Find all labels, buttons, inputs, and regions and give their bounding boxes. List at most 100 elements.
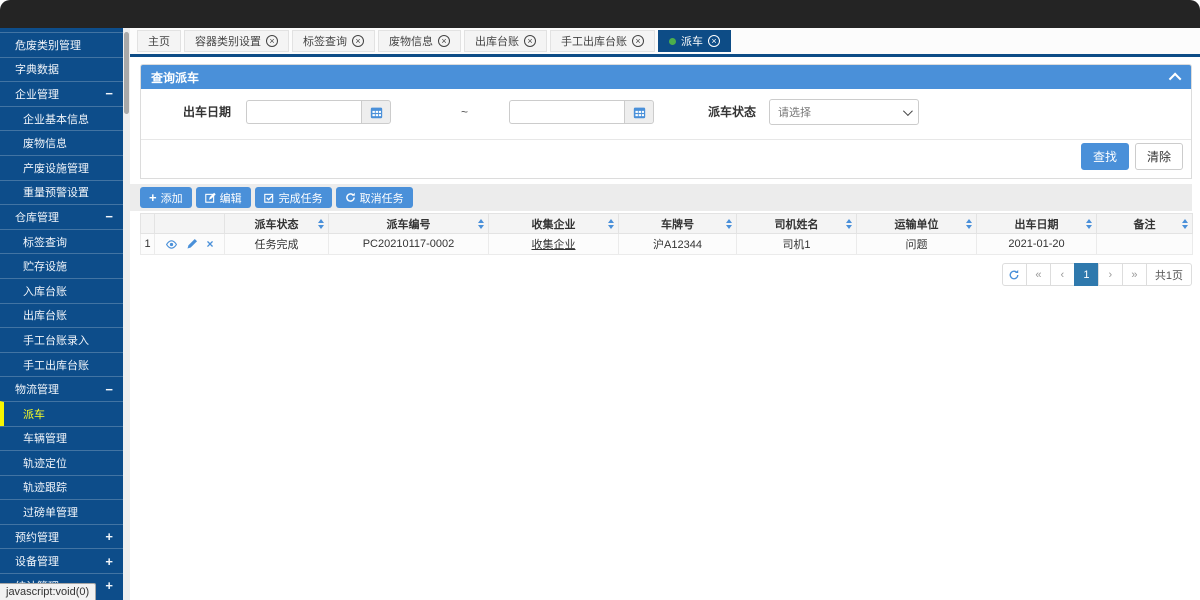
sort-icon[interactable]: [1086, 219, 1092, 229]
sidebar-item-facility-mgmt[interactable]: 产废设施管理: [0, 155, 123, 180]
sort-icon[interactable]: [846, 219, 852, 229]
tab-home[interactable]: 主页: [137, 30, 181, 52]
complete-task-button[interactable]: 完成任务: [255, 187, 332, 208]
sidebar-item-track-trace[interactable]: 轨迹跟踪: [0, 475, 123, 500]
sidebar-item-label: 入库台账: [23, 283, 67, 299]
sort-icon[interactable]: [726, 219, 732, 229]
cancel-task-icon: [345, 192, 356, 203]
cancel-task-button[interactable]: 取消任务: [336, 187, 413, 208]
collapse-toggle-icon[interactable]: −: [105, 87, 113, 100]
sidebar-item-track-position[interactable]: 轨迹定位: [0, 450, 123, 475]
col-label: 出车日期: [1015, 219, 1059, 231]
sidebar-item-vehicle-mgmt[interactable]: 车辆管理: [0, 426, 123, 451]
delete-row-icon[interactable]: ×: [206, 238, 213, 250]
cell-actions: ×: [155, 234, 225, 255]
collapse-toggle-icon[interactable]: −: [105, 210, 113, 223]
page-number-button[interactable]: 1: [1074, 263, 1099, 286]
search-button[interactable]: 查找: [1081, 143, 1129, 170]
close-tab-icon[interactable]: ×: [708, 35, 720, 47]
calendar-icon[interactable]: [361, 100, 391, 124]
sidebar-scrollbar[interactable]: [123, 28, 130, 600]
sidebar-item-logistics-mgmt[interactable]: 物流管理−: [0, 376, 123, 401]
sort-icon[interactable]: [318, 219, 324, 229]
sidebar-item-dictionary[interactable]: 字典数据: [0, 57, 123, 82]
col-dispatch-status[interactable]: 派车状态: [225, 214, 329, 234]
tab-outbound-ledger[interactable]: 出库台账×: [464, 30, 547, 52]
sidebar-item-device-mgmt[interactable]: 设备管理+: [0, 548, 123, 573]
sidebar-item-label: 企业基本信息: [23, 111, 89, 127]
tab-label: 标签查询: [303, 33, 347, 49]
sidebar-item-weight-warning[interactable]: 重量预警设置: [0, 180, 123, 205]
close-tab-icon[interactable]: ×: [266, 35, 278, 47]
page-first-button[interactable]: «: [1026, 263, 1051, 286]
sidebar-item-storage-facility[interactable]: 贮存设施: [0, 253, 123, 278]
page-prev-button[interactable]: ‹: [1050, 263, 1075, 286]
edit-row-icon[interactable]: [186, 238, 198, 250]
sidebar-item-dispatch[interactable]: 派车: [0, 401, 123, 426]
sidebar-item-label: 企业管理: [15, 86, 59, 102]
sort-icon[interactable]: [966, 219, 972, 229]
col-depart-date[interactable]: 出车日期: [977, 214, 1097, 234]
tab-waste-info[interactable]: 废物信息×: [378, 30, 461, 52]
close-tab-icon[interactable]: ×: [352, 35, 364, 47]
edit-button-label: 编辑: [220, 190, 242, 206]
tab-manual-outbound-ledger[interactable]: 手工出库台账×: [550, 30, 655, 52]
sidebar-item-appointment-mgmt[interactable]: 预约管理 +: [0, 524, 123, 549]
sidebar-item-waste-info[interactable]: 废物信息: [0, 130, 123, 155]
date-from-input[interactable]: [246, 100, 361, 124]
add-button[interactable]: + 添加: [140, 187, 192, 208]
close-tab-icon[interactable]: ×: [438, 35, 450, 47]
sort-icon[interactable]: [478, 219, 484, 229]
status-select[interactable]: 请选择: [769, 99, 919, 125]
col-transport-unit[interactable]: 运输单位: [857, 214, 977, 234]
date-to-input[interactable]: [509, 100, 624, 124]
sidebar-item-enterprise-mgmt[interactable]: 企业管理 −: [0, 81, 123, 106]
sort-icon[interactable]: [1182, 219, 1188, 229]
table-row[interactable]: 1 × 任务完成 PC20210117-0002: [141, 234, 1193, 255]
sidebar-item-label: 仓库管理: [15, 209, 59, 225]
cell-collect-company[interactable]: 收集企业: [489, 234, 619, 255]
sidebar-item-outbound-ledger[interactable]: 出库台账: [0, 303, 123, 328]
sidebar-item-warehouse-mgmt[interactable]: 仓库管理 −: [0, 204, 123, 229]
view-icon[interactable]: [165, 238, 178, 251]
page-next-button[interactable]: ›: [1098, 263, 1123, 286]
tab-dispatch[interactable]: 派车×: [658, 30, 731, 52]
active-tab-dot: [669, 38, 676, 45]
sidebar-item-manual-ledger-entry[interactable]: 手工台账录入: [0, 327, 123, 352]
col-driver-name[interactable]: 司机姓名: [737, 214, 857, 234]
query-panel-header[interactable]: 查询派车: [141, 65, 1191, 89]
edit-button[interactable]: 编辑: [196, 187, 251, 208]
sidebar-item-weighbridge-mgmt[interactable]: 过磅单管理: [0, 499, 123, 524]
collapse-chevron-icon[interactable]: [1169, 72, 1182, 85]
tab-container-category[interactable]: 容器类别设置×: [184, 30, 289, 52]
close-tab-icon[interactable]: ×: [524, 35, 536, 47]
sort-icon[interactable]: [608, 219, 614, 229]
clear-button[interactable]: 清除: [1135, 143, 1183, 170]
sidebar-scrollbar-thumb[interactable]: [124, 32, 129, 114]
tabbar-underline: [130, 54, 1200, 57]
col-dispatch-number[interactable]: 派车编号: [329, 214, 489, 234]
col-remark[interactable]: 备注: [1097, 214, 1193, 234]
col-plate-number[interactable]: 车牌号: [619, 214, 737, 234]
tab-bar: 主页 容器类别设置× 标签查询 × 废物信息× 出库台账× 手工出库台账× 派车×: [130, 28, 1200, 54]
refresh-icon[interactable]: [1002, 263, 1027, 286]
close-tab-icon[interactable]: ×: [632, 35, 644, 47]
sidebar-item-inbound-ledger[interactable]: 入库台账: [0, 278, 123, 303]
page-last-button[interactable]: »: [1122, 263, 1147, 286]
col-collect-company[interactable]: 收集企业: [489, 214, 619, 234]
sidebar-item-label: 字典数据: [15, 61, 59, 77]
expand-toggle-icon[interactable]: +: [105, 579, 113, 592]
sidebar-item-manual-outbound-ledger[interactable]: 手工出库台账: [0, 352, 123, 377]
calendar-icon[interactable]: [624, 100, 654, 124]
window-titlebar: [0, 0, 1200, 28]
expand-toggle-icon[interactable]: +: [105, 530, 113, 543]
expand-toggle-icon[interactable]: +: [105, 555, 113, 568]
sidebar-item-hazwaste-category[interactable]: 危废类别管理: [0, 32, 123, 57]
status-select-value: 请选择: [778, 104, 811, 120]
sidebar-item-label-query[interactable]: 标签查询: [0, 229, 123, 254]
tab-label-query[interactable]: 标签查询 ×: [292, 30, 375, 52]
date-from-group: [246, 100, 391, 124]
collapse-toggle-icon[interactable]: −: [105, 383, 113, 396]
sidebar-item-enterprise-info[interactable]: 企业基本信息: [0, 106, 123, 131]
sidebar-item-label: 预约管理: [15, 529, 59, 545]
